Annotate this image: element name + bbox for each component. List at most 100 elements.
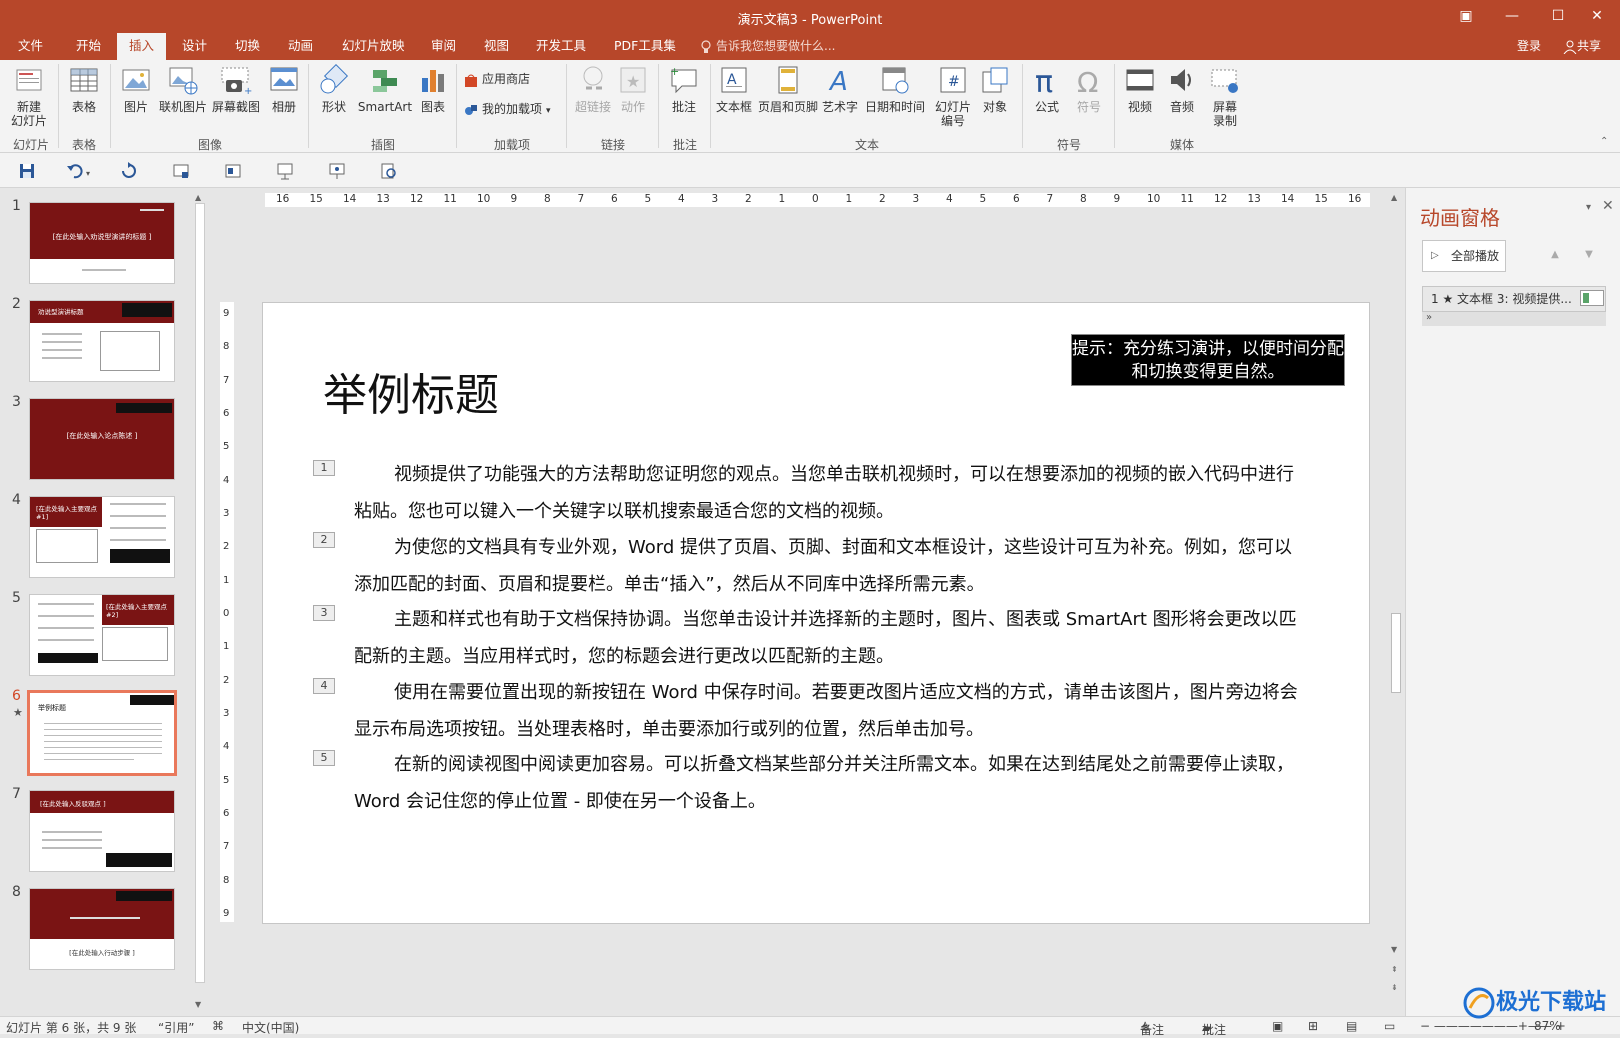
new-slide-icon	[16, 69, 42, 91]
comment-button[interactable]: + 批注	[664, 62, 704, 114]
print-preview-icon[interactable]	[380, 162, 398, 180]
my-addins-button[interactable]: 我的加载项 ▾	[464, 100, 551, 120]
move-down-button[interactable]: ▼	[1574, 240, 1604, 272]
object-button[interactable]: 对象	[976, 62, 1014, 114]
online-picture-button[interactable]: 联机图片	[157, 62, 209, 114]
tab-view[interactable]: 视图	[472, 33, 521, 60]
close-pane-icon[interactable]: ✕	[1602, 198, 1614, 214]
share-button[interactable]: 共享	[1563, 33, 1601, 59]
equation-button[interactable]: π 公式	[1028, 62, 1066, 114]
tab-file[interactable]: 文件	[6, 33, 55, 60]
language-status[interactable]: 中文(中国)	[242, 1019, 299, 1036]
slide-title[interactable]: 举例标题	[323, 359, 499, 423]
tab-home[interactable]: 开始	[64, 33, 113, 60]
play-all-button[interactable]: ▷ 全部播放	[1422, 240, 1506, 272]
body-paragraph[interactable]: 视频提供了功能强大的方法帮助您证明您的观点。当您单击联机视频时，可以在想要添加的…	[354, 456, 1304, 530]
store-button[interactable]: 应用商店	[464, 70, 530, 88]
shapes-button[interactable]: 形状	[314, 62, 354, 114]
save-icon[interactable]	[18, 162, 36, 180]
slide-thumbnail[interactable]: 劝说型演讲标题	[29, 300, 175, 382]
slide-thumbnail[interactable]: [在此处输入主要观点 #2]	[29, 594, 175, 676]
smartart-button[interactable]: SmartArt	[356, 62, 414, 114]
svg-text:#: #	[948, 74, 960, 90]
tab-slideshow[interactable]: 幻灯片放映	[330, 33, 417, 60]
previous-slide-button[interactable]: ⇞	[1391, 965, 1398, 974]
wordart-button[interactable]: A 艺术字	[820, 62, 860, 114]
slide-thumbnail[interactable]: [在此处输入反驳观点 ]	[29, 790, 175, 872]
slide-number-button[interactable]: # 幻灯片 编号	[930, 62, 976, 128]
table-button[interactable]: 表格	[64, 62, 104, 114]
tab-pdf-tools[interactable]: PDF工具集	[602, 33, 688, 60]
tab-insert[interactable]: 插入	[117, 33, 167, 60]
tab-review[interactable]: 审阅	[419, 33, 468, 60]
ruler-tick-label: 6	[1013, 193, 1020, 205]
tell-me-search[interactable]: 告诉我您想要做什么...	[700, 33, 835, 59]
picture-button[interactable]: 图片	[116, 62, 156, 114]
screen-record-button[interactable]: 屏幕 录制	[1204, 62, 1246, 128]
tab-design[interactable]: 设计	[170, 33, 219, 60]
slideshow-from-start-icon[interactable]	[276, 162, 294, 180]
pane-options-chevron-icon[interactable]: ▾	[1586, 202, 1591, 213]
current-slide[interactable]: 举例标题 提示：充分练习演讲，以便时间分配和切换变得更自然。 1 视频提供了功能…	[262, 302, 1370, 924]
close-button[interactable]: ✕	[1574, 0, 1620, 33]
slide-sorter-icon[interactable]: ⊞	[1308, 1019, 1318, 1033]
audio-button[interactable]: 音频	[1162, 62, 1202, 114]
slideshow-view-icon[interactable]: ▭	[1384, 1019, 1395, 1033]
presenter-icon[interactable]	[328, 162, 346, 180]
header-footer-button[interactable]: 页眉和页脚	[756, 62, 820, 114]
move-up-button[interactable]: ▲	[1540, 240, 1570, 272]
hint-box[interactable]: 提示：充分练习演讲，以便时间分配和切换变得更自然。	[1071, 334, 1345, 386]
tab-animations[interactable]: 动画	[276, 33, 325, 60]
body-paragraph[interactable]: 为使您的文档具有专业外观，Word 提供了页眉、页脚、封面和文本框设计，这些设计…	[354, 529, 1304, 603]
body-paragraph[interactable]: 在新的阅读视图中阅读更加容易。可以折叠文档某些部分并关注所需文本。如果在达到结尾…	[354, 746, 1304, 820]
wordart-label: 艺术字	[821, 100, 858, 114]
chart-label: 图表	[420, 100, 445, 114]
hyperlink-button[interactable]: 超链接	[572, 62, 614, 114]
ruler-tick-label: 4	[946, 193, 953, 205]
slide-thumbnail[interactable]: [在此处输入主要观点 #1]	[29, 496, 175, 578]
action-button[interactable]: ★ 动作	[614, 62, 652, 114]
expand-icon[interactable]: »	[1422, 312, 1606, 326]
body-paragraph[interactable]: 使用在需要位置出现的新按钮在 Word 中保存时间。若要更改图片适应文档的方式，…	[354, 674, 1304, 748]
undo-icon[interactable]: ▾	[66, 162, 94, 180]
addins-icon	[465, 104, 477, 115]
quick-access-toolbar: ▾	[0, 153, 1620, 188]
chevron-down-icon: ▾	[546, 106, 551, 116]
minimize-button[interactable]: —	[1489, 0, 1535, 33]
slide-thumbnail[interactable]: [在此处输入行动步骤 ]	[29, 888, 175, 970]
tab-developer[interactable]: 开发工具	[524, 33, 598, 60]
online-picture-icon	[169, 67, 198, 95]
slide-thumbnail[interactable]: [在此处输入劝说型演讲的标题 ]	[29, 202, 175, 284]
screenshot-button[interactable]: + 屏幕截图	[210, 62, 262, 114]
chart-button[interactable]: 图表	[415, 62, 451, 114]
thumbnails-scrollbar[interactable]: ▲ ▼	[193, 193, 207, 1013]
animation-list-item[interactable]: 1 ★ 文本框 3: 视频提供...	[1422, 286, 1606, 312]
reading-view-icon[interactable]: ▤	[1346, 1019, 1357, 1033]
slide-thumbnail-selected[interactable]: 举例标题	[27, 690, 177, 776]
new-slide-button[interactable]: 新建 幻灯片	[6, 62, 52, 128]
collapse-ribbon-button[interactable]: ⌃	[1600, 136, 1608, 147]
symbol-button[interactable]: Ω 符号	[1070, 62, 1108, 114]
album-button[interactable]: 相册	[264, 62, 304, 114]
new-slide-qat-icon[interactable]	[172, 162, 190, 180]
video-button[interactable]: 视频	[1120, 62, 1160, 114]
login-link[interactable]: 登录	[1517, 33, 1541, 59]
body-paragraph[interactable]: 主题和样式也有助于文档保持协调。当您单击设计并选择新的主题时，图片、图表或 Sm…	[354, 601, 1304, 675]
spelling-icon[interactable]: ⌘	[212, 1019, 224, 1033]
next-slide-button[interactable]: ⇟	[1391, 983, 1398, 992]
redo-icon[interactable]	[120, 162, 138, 180]
layout-qat-icon[interactable]	[224, 162, 242, 180]
thumb-title: 举例标题	[38, 704, 66, 712]
slide-thumbnail[interactable]: [在此处输入论点陈述 ]	[29, 398, 175, 480]
comment-icon: +	[670, 65, 697, 94]
slide-scrollbar[interactable]: ▲ ▼ ⇞ ⇟	[1389, 193, 1403, 1013]
textbox-button[interactable]: A 文本框	[714, 62, 754, 114]
ruler-tick-label: 2	[223, 541, 230, 553]
datetime-button[interactable]: 日期和时间	[862, 62, 928, 114]
normal-view-icon[interactable]: ▣	[1272, 1019, 1283, 1033]
action-label: 动作	[620, 100, 645, 114]
group-label-media: 媒体	[1169, 138, 1194, 152]
slide-number: 2	[12, 296, 21, 312]
ribbon-display-options-button[interactable]: ▣	[1443, 0, 1489, 33]
tab-transitions[interactable]: 切换	[223, 33, 272, 60]
